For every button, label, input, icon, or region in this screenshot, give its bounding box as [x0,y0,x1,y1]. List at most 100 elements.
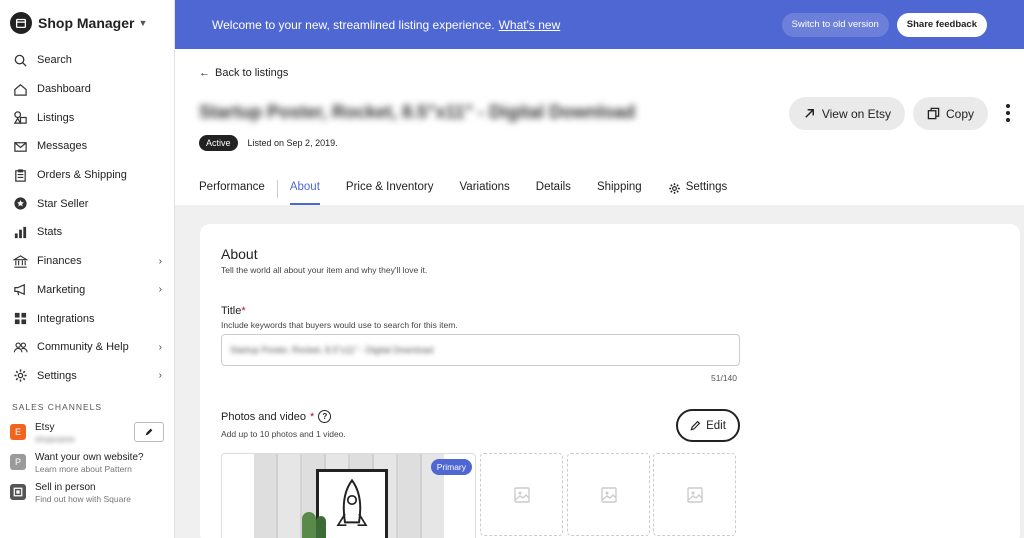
tab-settings[interactable]: Settings [668,175,728,205]
sidebar: Shop Manager ▼ Search Dashboard Listings… [0,0,175,538]
sidebar-item-listings[interactable]: Listings [0,103,174,132]
copy-icon [927,107,940,120]
people-icon [12,339,28,355]
tab-details[interactable]: Details [536,175,571,205]
required-mark: * [241,305,246,317]
back-to-listings-link[interactable]: ← Back to listings [199,67,288,79]
title-input-value: Startup Poster, Rocket, 8.5"x11" - Digit… [230,345,434,355]
shop-manager-menu[interactable]: Shop Manager ▼ [0,0,174,46]
sidebar-item-orders-shipping[interactable]: Orders & Shipping [0,161,174,190]
title-char-count: 51/140 [711,373,737,383]
sidebar-item-label: Search [37,54,72,67]
back-label: Back to listings [215,67,289,79]
tab-shipping[interactable]: Shipping [597,175,642,205]
share-feedback-button[interactable]: Share feedback [896,12,987,37]
photo-slot[interactable] [567,453,650,536]
sidebar-item-star-seller[interactable]: Star Seller [0,189,174,218]
banner-message: Welcome to your new, streamlined listing… [212,17,495,32]
shop-manager-title: Shop Manager [38,15,135,31]
sidebar-item-integrations[interactable]: Integrations [0,304,174,333]
view-on-etsy-button[interactable]: View on Etsy [788,97,905,130]
title-input[interactable]: Startup Poster, Rocket, 8.5"x11" - Digit… [221,334,740,366]
channel-square[interactable]: Sell in person Find out how with Square [0,478,174,508]
required-mark: * [310,410,315,423]
pencil-icon [690,420,701,431]
edit-channel-button[interactable] [134,422,164,443]
listing-header: ← Back to listings Startup Poster, Rocke… [175,49,1024,205]
sidebar-item-messages[interactable]: Messages [0,132,174,161]
sidebar-item-settings[interactable]: Settings › [0,362,174,391]
title-hint: Include keywords that buyers would use t… [221,320,458,330]
sidebar-item-marketing[interactable]: Marketing › [0,276,174,305]
edit-photos-button[interactable]: Edit [676,409,740,442]
megaphone-icon [12,282,28,298]
home-icon [12,81,28,97]
image-placeholder-icon [513,486,530,503]
photo-slot[interactable] [653,453,736,536]
sidebar-item-label: Star Seller [37,197,89,210]
tab-divider [276,180,278,198]
photos-label: Photos and video * ? [221,410,332,423]
sidebar-item-dashboard[interactable]: Dashboard [0,75,174,104]
switch-old-version-button[interactable]: Switch to old version [781,12,889,37]
sidebar-item-finances[interactable]: Finances › [0,247,174,276]
bank-icon [12,253,28,269]
arrow-up-right-icon [805,109,814,118]
sidebar-nav: Search Dashboard Listings Messages Order… [0,46,174,390]
listing-tabs: Performance About Price & Inventory Vari… [199,175,753,205]
sidebar-item-search[interactable]: Search [0,46,174,75]
sidebar-item-label: Marketing [37,283,86,296]
photo-slot[interactable] [480,453,563,536]
about-subtitle: Tell the world all about your item and w… [221,265,428,275]
copy-label: Copy [945,106,974,121]
tab-price-inventory[interactable]: Price & Inventory [346,175,434,205]
etsy-badge-icon: E [10,424,26,441]
sidebar-item-stats[interactable]: Stats [0,218,174,247]
channel-sub: Find out how with Square [35,494,131,505]
title-label-text: Title [221,305,242,317]
sidebar-item-label: Community & Help [37,341,129,354]
about-heading: About [221,246,258,262]
tab-settings-label: Settings [685,181,728,193]
primary-badge: Primary [430,459,472,475]
channel-etsy[interactable]: E Etsy shopname [0,418,174,448]
gear-icon [668,183,680,194]
chevron-right-icon: › [158,255,162,267]
caret-down-icon: ▼ [138,18,148,28]
listing-title: Startup Poster, Rocket, 8.5"x11" - Digit… [199,102,636,122]
copy-listing-button[interactable]: Copy [912,97,988,130]
tab-about[interactable]: About [289,175,320,205]
tab-variations[interactable]: Variations [459,175,509,205]
title-label: Title* [221,305,246,317]
help-icon[interactable]: ? [318,410,332,423]
square-badge-icon [10,484,26,501]
shapes-icon [12,110,28,126]
search-icon [12,52,28,68]
star-badge-icon [12,196,28,212]
edit-label: Edit [706,419,726,432]
sidebar-item-label: Listings [37,111,75,124]
arrow-left-icon: ← [199,67,210,79]
listed-on-date: Listed on Sep 2, 2019. [247,138,338,148]
tab-performance[interactable]: Performance [199,175,265,205]
mail-icon [12,138,28,154]
listing-status-row: Active Listed on Sep 2, 2019. [199,135,338,151]
channel-name: Sell in person [35,482,96,494]
sidebar-item-label: Orders & Shipping [37,169,127,182]
gear-icon [12,368,28,384]
sidebar-item-community-help[interactable]: Community & Help › [0,333,174,362]
chevron-right-icon: › [158,370,162,382]
announcement-banner: Welcome to your new, streamlined listing… [175,0,1024,49]
channel-name: Want your own website? [35,452,144,464]
more-options-icon[interactable] [1006,104,1010,122]
photos-hint: Add up to 10 photos and 1 video. [221,429,346,439]
channel-pattern[interactable]: P Want your own website? Learn more abou… [0,448,174,478]
image-placeholder-icon [686,486,703,503]
sidebar-item-label: Dashboard [37,83,91,96]
channel-shop-name: shopname [35,434,75,445]
sidebar-item-label: Messages [37,140,88,153]
primary-photo[interactable]: Primary [221,453,476,538]
pencil-icon [145,428,153,436]
whats-new-link[interactable]: What's new [499,18,561,32]
sidebar-item-label: Integrations [37,312,95,325]
